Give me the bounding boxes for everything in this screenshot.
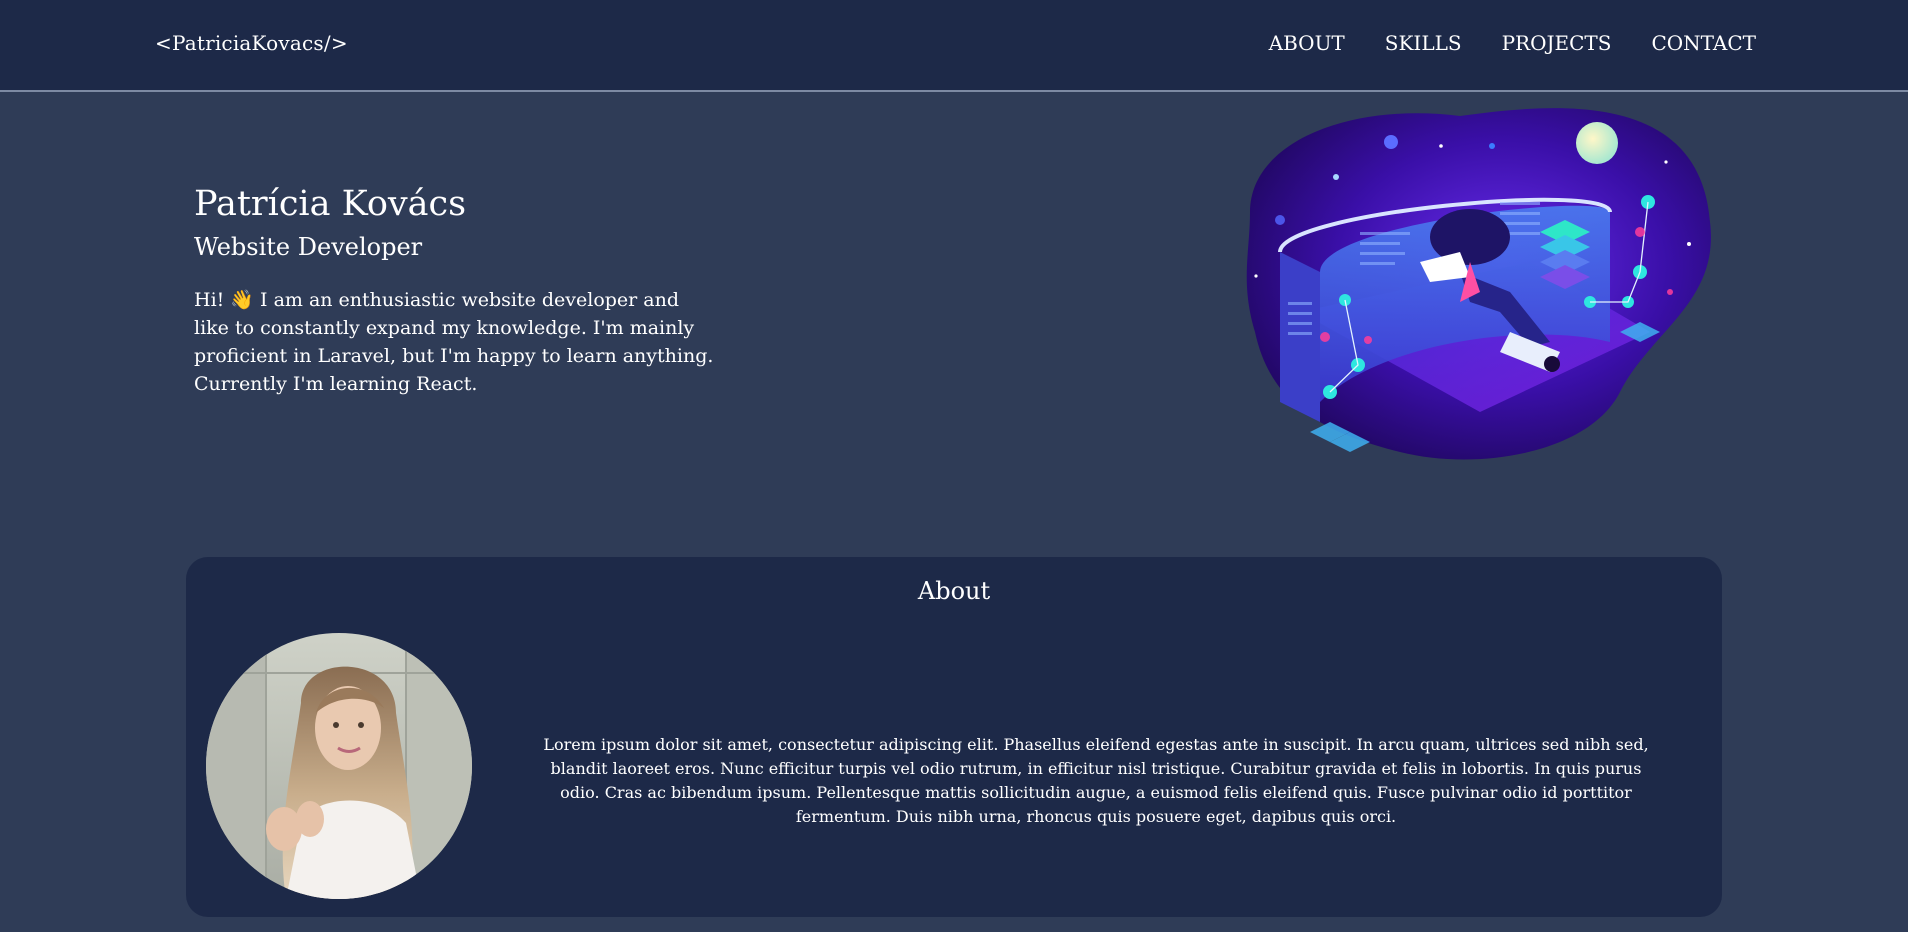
hero-bio: Hi! 👋 I am an enthusiastic website devel… (194, 289, 714, 395)
hero-role: Website Developer (194, 233, 423, 261)
hero-illustration (1230, 102, 1716, 462)
navbar: <PatriciaKovacs/> ABOUT SKILLS PROJECTS … (0, 0, 1908, 92)
avatar (206, 633, 472, 899)
nav-link-contact[interactable]: CONTACT (1651, 31, 1756, 55)
nav-link-skills[interactable]: SKILLS (1385, 31, 1462, 55)
nav-link-projects[interactable]: PROJECTS (1502, 31, 1612, 55)
hero-name: Patrícia Kovács (194, 184, 467, 224)
hero-section: Patrícia Kovács Website Developer Hi! 👋 … (194, 180, 734, 398)
nav-link-about[interactable]: ABOUT (1269, 31, 1345, 55)
about-text: Lorem ipsum dolor sit amet, consectetur … (543, 735, 1649, 826)
about-section: About Lorem ipsum dolor sit amet, consec… (186, 557, 1722, 917)
nav-links: ABOUT SKILLS PROJECTS CONTACT (1269, 31, 1756, 55)
profile-photo-image (206, 633, 472, 899)
brand-logo[interactable]: <PatriciaKovacs/> (155, 31, 348, 55)
about-title: About (917, 577, 991, 605)
developer-illustration-image (1246, 108, 1711, 460)
